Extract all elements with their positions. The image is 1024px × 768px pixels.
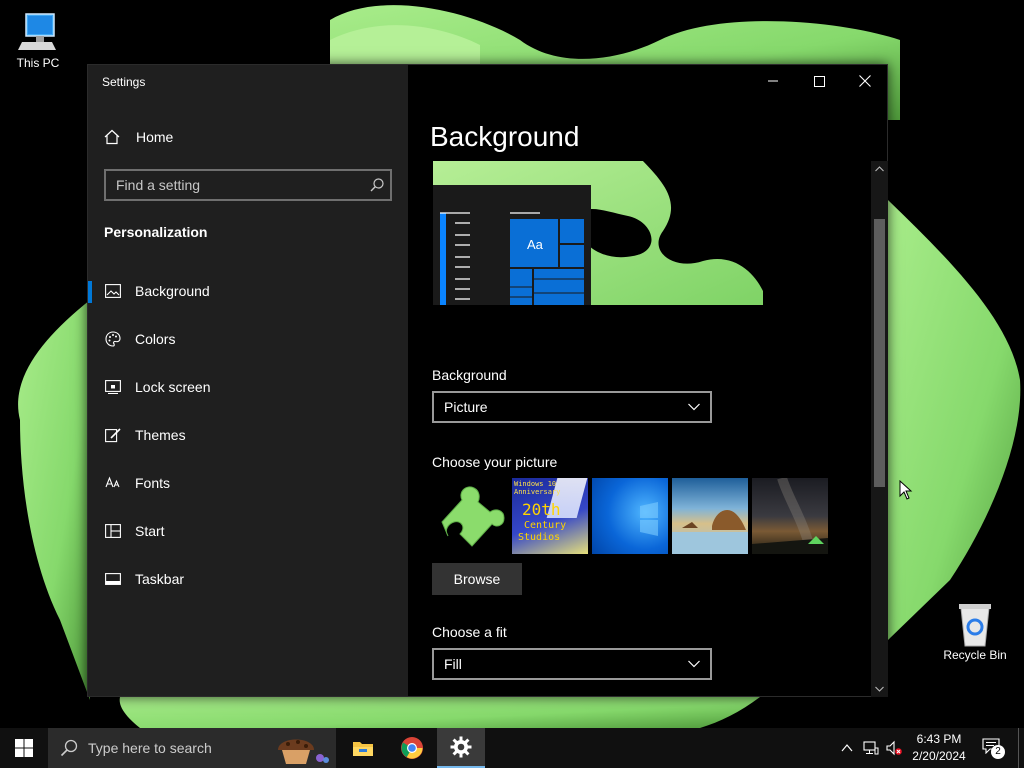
home-label: Home xyxy=(136,129,174,145)
desktop-icon-this-pc[interactable]: This PC xyxy=(0,8,76,70)
home-link[interactable]: Home xyxy=(104,129,173,145)
minimize-button[interactable] xyxy=(750,65,796,97)
browse-button[interactable]: Browse xyxy=(432,563,522,595)
chrome-icon xyxy=(401,737,423,759)
thumb-caption-line: Century xyxy=(524,520,567,531)
picture-icon xyxy=(105,283,121,299)
fonts-icon xyxy=(105,475,121,491)
maximize-icon xyxy=(813,75,825,87)
sidebar-item-label: Start xyxy=(135,523,165,539)
clock-date: 2/20/2024 xyxy=(912,749,966,763)
start-icon xyxy=(105,523,121,539)
notification-badge: 2 xyxy=(991,745,1005,759)
file-explorer-icon xyxy=(353,742,373,756)
scroll-down-icon[interactable] xyxy=(871,683,888,695)
close-button[interactable] xyxy=(842,65,888,97)
lock-screen-icon xyxy=(105,379,121,395)
scrollbar-thumb[interactable] xyxy=(874,219,885,487)
minimize-icon xyxy=(768,80,778,82)
action-center-button[interactable]: 2 xyxy=(980,736,1006,760)
sidebar-item-colors[interactable]: Colors xyxy=(88,319,408,359)
palette-icon xyxy=(105,331,121,347)
sidebar: Settings Home Personalization Background… xyxy=(88,65,408,696)
dropdown-value: Picture xyxy=(444,399,488,415)
night-sky-tent-thumb[interactable] xyxy=(752,478,828,554)
sidebar-item-label: Fonts xyxy=(135,475,171,491)
thumb-caption: Windows 10 Anniversary xyxy=(514,480,561,496)
brush-icon xyxy=(105,427,121,443)
thumb-caption-line: 20th xyxy=(522,500,561,519)
computer-icon xyxy=(0,8,76,56)
settings-taskbar-button[interactable] xyxy=(437,728,485,768)
sidebar-item-lock-screen[interactable]: Lock screen xyxy=(88,367,408,407)
beach-rocks-thumb[interactable] xyxy=(672,478,748,554)
dropdown-value: Fill xyxy=(444,656,462,672)
choose-picture-label: Choose your picture xyxy=(432,454,558,470)
sidebar-item-taskbar[interactable]: Taskbar xyxy=(88,559,408,599)
content-scrollbar[interactable] xyxy=(871,161,888,697)
choose-fit-label: Choose a fit xyxy=(432,624,507,640)
page-title: Background xyxy=(430,121,580,152)
maximize-button[interactable] xyxy=(796,65,842,97)
start-button[interactable] xyxy=(0,728,48,768)
thumb-caption-line: Studios xyxy=(518,532,561,543)
home-icon xyxy=(104,129,120,145)
taskbar: Type here to search 6:43 PM 2/20/2024 2 xyxy=(0,728,1024,768)
chrome-button[interactable] xyxy=(388,728,436,768)
background-type-dropdown[interactable]: Picture xyxy=(432,391,712,423)
sidebar-item-fonts[interactable]: Fonts xyxy=(88,463,408,503)
find-setting-input[interactable] xyxy=(104,169,392,201)
chevron-up-icon[interactable] xyxy=(839,740,855,756)
recycle-bin-icon xyxy=(937,600,1013,648)
file-explorer-button[interactable] xyxy=(339,728,387,768)
windows-logo-icon xyxy=(15,739,33,757)
settings-icon xyxy=(450,736,472,758)
muffin-search-highlight-icon xyxy=(278,739,329,764)
background-preview: Aa xyxy=(433,161,763,305)
choose-fit-dropdown[interactable]: Fill xyxy=(432,648,712,680)
search-icon[interactable] xyxy=(370,178,384,192)
taskbar-icon xyxy=(105,571,121,587)
sidebar-item-background[interactable]: Background xyxy=(88,271,408,311)
chevron-down-icon xyxy=(688,403,700,411)
background-label: Background xyxy=(432,367,507,383)
sidebar-item-label: Taskbar xyxy=(135,571,185,587)
desktop-icon-label: This PC xyxy=(16,56,60,70)
network-icon[interactable] xyxy=(863,740,879,756)
desktop-icon-label: Recycle Bin xyxy=(943,648,1007,662)
chevron-down-icon xyxy=(688,660,700,668)
windows-anniversary-thumb[interactable]: Windows 10 Anniversary 20th Century Stud… xyxy=(512,478,588,554)
clock-time: 6:43 PM xyxy=(916,732,962,746)
close-icon xyxy=(859,75,871,87)
desktop-icon-recycle-bin[interactable]: Recycle Bin xyxy=(937,600,1013,662)
puzzle-piece-thumb[interactable] xyxy=(432,478,508,554)
taskbar-search-box[interactable]: Type here to search xyxy=(48,728,336,768)
window-title: Settings xyxy=(102,75,146,89)
taskbar-clock[interactable]: 6:43 PM 2/20/2024 xyxy=(905,731,973,765)
scroll-up-icon[interactable] xyxy=(871,163,888,175)
sidebar-item-label: Colors xyxy=(135,331,176,347)
preview-tile-text: Aa xyxy=(527,237,543,252)
taskbar-search-placeholder: Type here to search xyxy=(88,740,212,756)
sidebar-item-label: Background xyxy=(135,283,210,299)
search-icon xyxy=(60,739,78,757)
mouse-cursor-icon xyxy=(899,480,913,500)
sidebar-item-themes[interactable]: Themes xyxy=(88,415,408,455)
volume-muted-icon[interactable] xyxy=(886,740,902,756)
show-desktop-button[interactable] xyxy=(1018,728,1024,768)
sidebar-item-start[interactable]: Start xyxy=(88,511,408,551)
section-title: Personalization xyxy=(104,224,208,240)
windows-logo-thumb[interactable] xyxy=(592,478,668,554)
sidebar-item-label: Themes xyxy=(135,427,186,443)
settings-window: Settings Home Personalization Background… xyxy=(87,64,888,697)
sidebar-item-label: Lock screen xyxy=(135,379,211,395)
